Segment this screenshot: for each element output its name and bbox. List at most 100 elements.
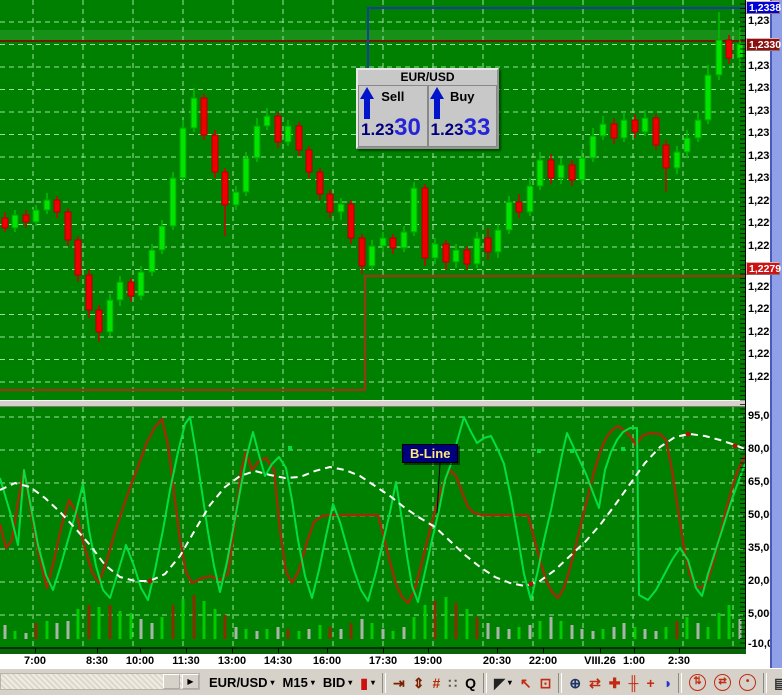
volume-bar xyxy=(444,597,448,639)
volume-bar xyxy=(517,627,521,639)
signal-dot xyxy=(570,449,574,453)
volume-bar xyxy=(412,617,416,639)
marker-side-button[interactable]: ⇄ xyxy=(710,672,735,694)
volume-bar xyxy=(696,623,700,639)
volume-bar xyxy=(433,601,437,639)
time-tick xyxy=(428,648,429,653)
volume-bar xyxy=(675,621,679,639)
candle-down xyxy=(610,123,618,139)
volume-bar xyxy=(202,601,206,639)
bline-dot xyxy=(147,578,153,584)
zoom-in-button[interactable]: ⊕ xyxy=(565,672,585,694)
time-label: 17:30 xyxy=(368,655,398,667)
snap-mode-button[interactable]: ∷ xyxy=(444,672,461,694)
time-tick xyxy=(634,648,635,653)
main-price-chart[interactable] xyxy=(0,0,746,400)
pane-splitter[interactable] xyxy=(0,400,746,407)
grid-toggle-button[interactable]: # xyxy=(428,672,444,694)
volume-bar xyxy=(654,631,658,639)
candle-down xyxy=(725,39,733,59)
candle-down xyxy=(515,201,523,213)
volume-bar xyxy=(150,623,154,639)
time-tick xyxy=(278,648,279,653)
compress-horizontal-button[interactable]: ⇄ xyxy=(585,672,605,694)
time-axis[interactable]: 7:00 8:30 10:00 11:30 13:00 14:30 16:00 17:30 19… xyxy=(0,648,746,668)
highlighted-price-label: 1,2338 xyxy=(746,1,781,14)
time-tick xyxy=(140,648,141,653)
quote-window-button[interactable]: Q xyxy=(461,672,480,694)
volume-bar xyxy=(601,629,605,639)
volume-bar xyxy=(244,629,248,639)
candle-up xyxy=(410,187,418,233)
candle-down xyxy=(127,281,135,297)
trading-terminal-window: B-Line EUR/USD Sell 1.2330 Buy 1.2333 1,… xyxy=(0,0,782,695)
volume-bar xyxy=(265,629,269,639)
bline-dot xyxy=(732,443,738,449)
volume-bar xyxy=(97,607,101,639)
bline-ma-line xyxy=(0,433,746,587)
candle-up xyxy=(400,231,408,249)
fit-scale-button[interactable]: ⇕ xyxy=(409,672,429,694)
time-label: 11:30 xyxy=(172,655,200,667)
bline-dot xyxy=(685,431,691,437)
candle-down xyxy=(22,214,30,223)
volume-bar xyxy=(108,605,112,639)
cross-small-button[interactable]: + xyxy=(642,672,658,694)
candle-down xyxy=(274,115,282,143)
indicator-pane[interactable] xyxy=(0,407,746,648)
candle-down xyxy=(568,164,576,181)
cross-grid-button[interactable]: ╫ xyxy=(625,672,643,694)
cross-large-button[interactable]: ✚ xyxy=(605,672,625,694)
up-arrow-icon xyxy=(360,87,374,119)
time-tick xyxy=(497,648,498,653)
symbol-dropdown[interactable]: EUR/USD ▾ xyxy=(205,672,279,694)
link-objects-button[interactable]: ⊡ xyxy=(536,672,556,694)
bottom-toolbar: ▶ EUR/USD▾M15▾BID▾▮▾⇥⇕#∷Q◤▾↖⊡⊕⇄✚╫+◑⇅⇄•▤╱… xyxy=(0,668,782,695)
cursor-tool-button[interactable]: ◤ ▾ xyxy=(490,672,516,694)
volume-bar xyxy=(360,619,364,639)
volume-bar xyxy=(76,609,80,639)
vertical-scrollbar[interactable] xyxy=(770,0,782,668)
candle-up xyxy=(431,243,439,259)
volume-bar xyxy=(181,599,185,639)
time-label: 2:30 xyxy=(667,655,691,667)
scrollbar-thumb[interactable] xyxy=(163,674,180,689)
volume-bar xyxy=(706,627,710,639)
marker-up-button[interactable]: ⇅ xyxy=(685,672,710,694)
crosshair-pointer-button[interactable]: ↖ xyxy=(516,672,536,694)
time-tick xyxy=(679,648,680,653)
candle-up xyxy=(599,123,607,137)
volume-bar xyxy=(643,629,647,639)
candle-up xyxy=(452,249,460,263)
marker-center-button[interactable]: • xyxy=(735,672,760,694)
time-tick xyxy=(383,648,384,653)
candle-down xyxy=(662,144,670,169)
volume-bar xyxy=(118,611,122,639)
volume-bar xyxy=(45,621,49,639)
timeframe-dropdown[interactable]: M15 ▾ xyxy=(279,672,319,694)
time-label: 13:00 xyxy=(217,655,247,667)
time-tick xyxy=(186,648,187,653)
candlestick-chart-canvas xyxy=(0,0,746,400)
scrollbar-right-arrow[interactable]: ▶ xyxy=(182,674,199,689)
volume-bar xyxy=(612,627,616,639)
volume-bar xyxy=(297,631,301,639)
chart-style-candle-button[interactable]: ▮ ▾ xyxy=(356,672,379,694)
volume-bar xyxy=(129,613,133,639)
horizontal-scrollbar[interactable]: ▶ xyxy=(0,673,200,690)
scroll-to-end-button[interactable]: ⇥ xyxy=(389,672,409,694)
volume-bar xyxy=(13,631,17,639)
candle-up xyxy=(232,191,240,206)
signal-dot xyxy=(621,447,625,451)
volume-bar xyxy=(570,625,574,639)
template-button[interactable]: ▤ xyxy=(770,672,782,694)
candle-up xyxy=(589,135,597,159)
price-type-dropdown[interactable]: BID ▾ xyxy=(319,672,356,694)
volume-bar xyxy=(381,629,385,639)
volume-bar xyxy=(307,629,311,639)
buy-button[interactable]: Buy 1.2333 xyxy=(427,85,497,147)
sell-button[interactable]: Sell 1.2330 xyxy=(358,85,428,147)
invert-view-button[interactable]: ◑ xyxy=(659,672,675,694)
dropdown-caret-icon: ▾ xyxy=(348,678,353,687)
bline-annotation-label[interactable]: B-Line xyxy=(402,444,459,463)
